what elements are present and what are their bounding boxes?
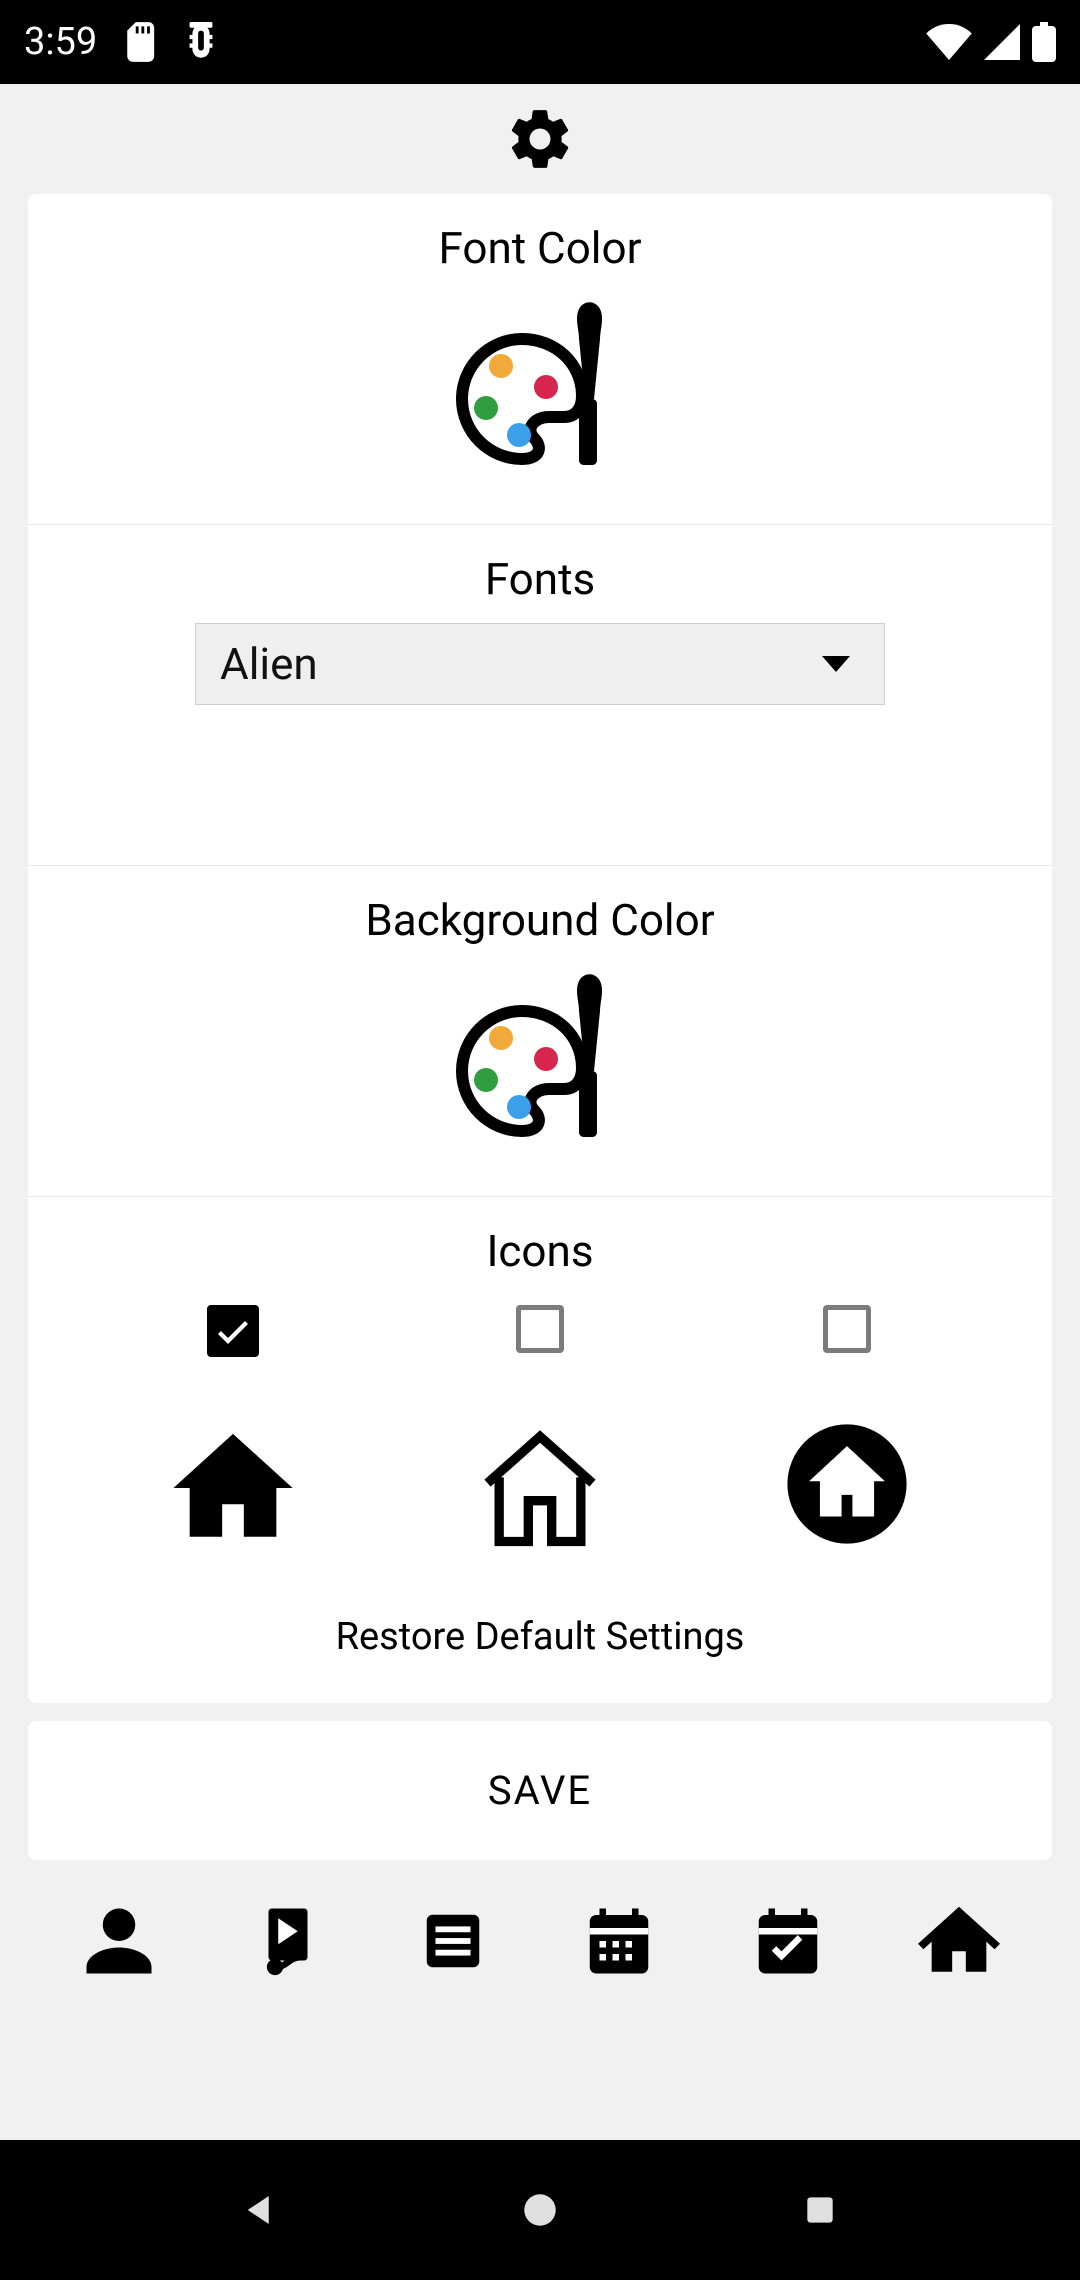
wifi-icon <box>926 24 972 60</box>
palette-icon <box>450 300 630 480</box>
icons-section: Icons <box>28 1197 1052 1703</box>
icon-option-2[interactable] <box>470 1305 610 1559</box>
calendar-icon <box>580 1902 658 1980</box>
chevron-down-icon <box>822 656 850 672</box>
nav-list[interactable] <box>418 1906 488 1976</box>
triangle-back-icon <box>239 2189 281 2231</box>
sd-card-icon <box>123 22 157 62</box>
icon-option-1[interactable] <box>168 1305 298 1553</box>
save-button[interactable]: SAVE <box>28 1721 1052 1860</box>
status-bar-right <box>926 22 1056 62</box>
nav-home[interactable] <box>918 1900 1000 1982</box>
fonts-title: Fonts <box>42 553 1038 605</box>
battery-icon <box>1032 22 1056 62</box>
nav-route[interactable] <box>249 1902 327 1980</box>
status-bar: 3:59 <box>0 0 1080 84</box>
recents-button[interactable] <box>796 2186 844 2234</box>
font-color-picker[interactable] <box>450 300 630 484</box>
debug-icon <box>183 22 219 62</box>
home-outline-icon <box>470 1419 610 1559</box>
bottom-nav <box>0 1876 1080 2006</box>
settings-card: Font Color <box>28 194 1052 1703</box>
font-color-title: Font Color <box>42 222 1038 274</box>
fonts-section: Fonts Alien <box>28 525 1052 866</box>
home-icon <box>918 1900 1000 1982</box>
font-dropdown-value: Alien <box>220 638 318 690</box>
status-bar-time: 3:59 <box>24 20 97 64</box>
system-nav <box>0 2140 1080 2280</box>
circle-icon <box>519 2189 561 2231</box>
nav-profile[interactable] <box>80 1902 158 1980</box>
nav-calendar[interactable] <box>580 1902 658 1980</box>
route-icon <box>249 1902 327 1980</box>
checkbox-unchecked-icon <box>516 1305 564 1353</box>
status-bar-left: 3:59 <box>24 20 219 64</box>
nav-calendar-check[interactable] <box>749 1902 827 1980</box>
person-icon <box>80 1902 158 1980</box>
cellular-icon <box>984 24 1020 60</box>
icons-title: Icons <box>42 1225 1038 1277</box>
palette-icon <box>450 972 630 1152</box>
bg-color-title: Background Color <box>42 894 1038 946</box>
home-circle-icon <box>782 1419 912 1549</box>
back-button[interactable] <box>236 2186 284 2234</box>
icon-option-3[interactable] <box>782 1305 912 1549</box>
checkbox-checked-icon <box>207 1305 259 1357</box>
bg-color-section: Background Color <box>28 866 1052 1197</box>
square-icon <box>801 2191 839 2229</box>
bg-color-picker[interactable] <box>450 972 630 1156</box>
gear-icon <box>504 103 576 175</box>
list-icon <box>418 1906 488 1976</box>
home-button[interactable] <box>516 2186 564 2234</box>
restore-defaults-link[interactable]: Restore Default Settings <box>42 1559 1038 1703</box>
settings-header <box>0 84 1080 194</box>
calendar-check-icon <box>749 1902 827 1980</box>
font-dropdown[interactable]: Alien <box>195 623 885 705</box>
checkbox-unchecked-icon <box>823 1305 871 1353</box>
font-color-section: Font Color <box>28 194 1052 525</box>
home-solid-icon <box>168 1423 298 1553</box>
